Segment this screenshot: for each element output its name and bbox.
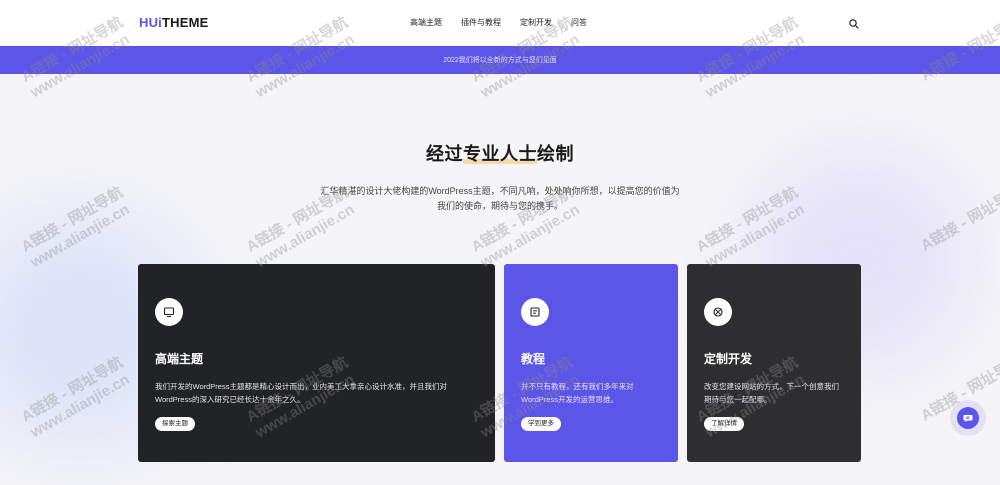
card-tutorials: 教程 并不只有教程，还有我们多年来对WordPress开发的运营思维。 学到更多 [504, 264, 678, 462]
announcement-bar: 2022我们将以全新的方式与您们见面 [0, 46, 1000, 74]
main-nav: 高端主题 插件与教程 定制开发 问答 [410, 17, 606, 28]
card-title: 高端主题 [155, 352, 204, 366]
sticker-icon [704, 298, 732, 326]
nav-item-qa[interactable]: 问答 [571, 17, 587, 28]
view-details-button[interactable]: 了解详情 [704, 417, 744, 431]
chat-button[interactable] [957, 407, 979, 429]
card-description: 并不只有教程，还有我们多年来对WordPress开发的运营思维。 [521, 382, 634, 404]
hero-title: 经过专业人士绘制 [426, 140, 574, 166]
hero-section: 经过专业人士绘制 汇华精湛的设计大佬构建的WordPress主题，不同凡响，处处… [0, 140, 1000, 214]
search-icon[interactable] [848, 17, 860, 29]
card-description: 改变您建设网站的方式，下一个创意我们期待与您一起配哪。 [704, 382, 839, 404]
monitor-icon [155, 298, 183, 326]
card-premium-themes: 高端主题 我们开发的WordPress主题都是精心设计而出，业内美工大拿亲心设计… [138, 264, 495, 462]
chat-bubble-icon [963, 415, 973, 422]
card-title: 定制开发 [704, 352, 753, 366]
card-custom-development: 定制开发 改变您建设网站的方式，下一个创意我们期待与您一起配哪。 了解详情 [687, 264, 861, 462]
logo-accent-text: HUi [139, 15, 162, 30]
logo-text: THEME [162, 15, 209, 30]
announcement-text: 2022我们将以全新的方式与您们见面 [443, 57, 557, 64]
nav-item-plugins-tutorials[interactable]: 插件与教程 [461, 17, 501, 28]
nav-item-themes[interactable]: 高端主题 [410, 17, 442, 28]
card-description: 我们开发的WordPress主题都是精心设计而出，业内美工大拿亲心设计水准，并且… [155, 382, 447, 404]
hero-description: 汇华精湛的设计大佬构建的WordPress主题，不同凡响，处处响你所想，以提高您… [320, 186, 680, 211]
hero-title-highlight: 专业人士 [463, 144, 537, 164]
hero-title-prefix: 经过 [426, 144, 463, 164]
learn-more-button[interactable]: 学到更多 [521, 417, 561, 431]
hero-title-suffix: 绘制 [537, 144, 574, 164]
document-icon [521, 298, 549, 326]
nav-item-custom-dev[interactable]: 定制开发 [520, 17, 552, 28]
card-title: 教程 [521, 352, 546, 366]
top-navigation-bar: HUiTHEME 高端主题 插件与教程 定制开发 问答 [0, 0, 1000, 46]
explore-themes-button[interactable]: 探索主题 [155, 417, 195, 431]
site-logo[interactable]: HUiTHEME [139, 15, 209, 30]
